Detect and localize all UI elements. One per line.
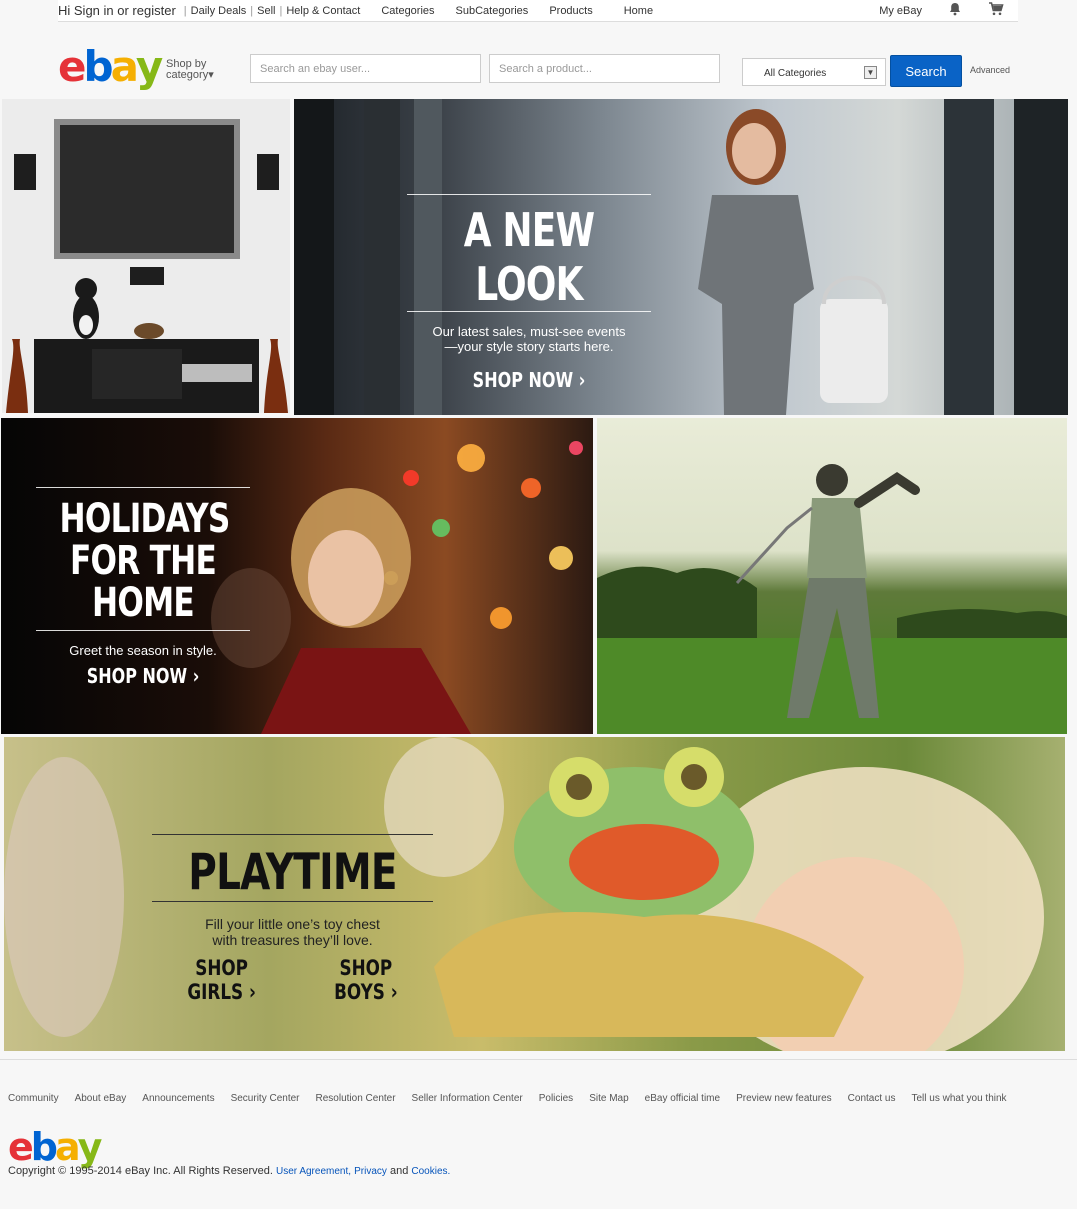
footer-link-security-center[interactable]: Security Center — [231, 1093, 300, 1104]
category-select-value: All Categories — [764, 68, 827, 79]
divider — [407, 311, 651, 312]
footer-link-resolution-center[interactable]: Resolution Center — [316, 1093, 396, 1104]
nav-separator: | — [183, 4, 187, 17]
logo-letter: y — [135, 42, 163, 91]
ebay-logo[interactable]: ebay — [58, 42, 163, 91]
advanced-search-link[interactable]: Advanced — [970, 65, 1010, 75]
search-user-input[interactable]: Search an ebay user... — [250, 54, 481, 83]
new-look-subtitle-line-1: Our latest sales, must-see events — [432, 324, 626, 339]
divider — [36, 630, 250, 631]
search-button[interactable]: Search — [890, 55, 962, 87]
holidays-shop-now-link[interactable]: SHOP NOW › — [57, 664, 228, 688]
nav-my-ebay[interactable]: My eBay — [879, 5, 922, 17]
banner-golf[interactable] — [597, 418, 1067, 734]
holidays-subtitle: Greet the season in style. — [69, 643, 217, 658]
sign-in-register-link[interactable]: Hi Sign in or register — [58, 3, 180, 18]
privacy-link[interactable]: Privacy — [354, 1166, 387, 1177]
footer-link-policies[interactable]: Policies — [539, 1093, 573, 1104]
new-look-headline: A NEW LOOK — [463, 203, 595, 311]
top-right-actions: My eBay — [879, 2, 1018, 19]
footer-link-official-time[interactable]: eBay official time — [645, 1093, 720, 1104]
footer-link-announcements[interactable]: Announcements — [142, 1093, 214, 1104]
footer-link-seller-information-center[interactable]: Seller Information Center — [412, 1093, 523, 1104]
footer-link-contact-us[interactable]: Contact us — [848, 1093, 896, 1104]
new-look-overlay: A NEW LOOK Our latest sales, must-see ev… — [407, 194, 651, 392]
divider — [152, 834, 433, 835]
copyright-line: Copyright © 1995-2014 eBay Inc. All Righ… — [8, 1165, 450, 1177]
footer-links: Community About eBay Announcements Secur… — [8, 1093, 1023, 1104]
copyright-text: Copyright © 1995-2014 eBay Inc. All Righ… — [8, 1165, 273, 1177]
playtime-headline: PLAYTIME — [188, 843, 397, 901]
search-product-input[interactable]: Search a product... — [489, 54, 720, 83]
nav-separator: | — [279, 4, 283, 17]
shopping-cart-icon[interactable] — [988, 2, 1004, 19]
banner-home-electronics[interactable] — [2, 99, 290, 413]
footer-divider — [0, 1059, 1077, 1060]
holidays-overlay: HOLIDAYS FOR THE HOME Greet the season i… — [36, 487, 250, 688]
shop-girls-link[interactable]: SHOP GIRLS › — [166, 956, 277, 1004]
tv-room-illustration — [2, 99, 290, 413]
logo-letter: b — [83, 42, 114, 91]
footer-link-feedback[interactable]: Tell us what you think — [911, 1093, 1006, 1104]
footer-link-preview-features[interactable]: Preview new features — [736, 1093, 832, 1104]
nav-categories[interactable]: Categories — [381, 5, 434, 17]
new-look-subtitle-line-2: —your style story starts here. — [444, 339, 614, 354]
footer-link-site-map[interactable]: Site Map — [589, 1093, 628, 1104]
logo-letter: a — [54, 1125, 81, 1169]
new-look-shop-now-link[interactable]: SHOP NOW › — [431, 368, 626, 392]
top-navigation-bar: Hi Sign in or register | Daily Deals | S… — [58, 0, 1018, 22]
user-agreement-link[interactable]: User Agreement, — [276, 1166, 351, 1177]
shop-by-category-dropdown[interactable]: Shop by category▾ — [166, 59, 214, 81]
category-select[interactable]: All Categories ▼ — [742, 58, 886, 86]
logo-letter: y — [77, 1125, 103, 1169]
footer-link-community[interactable]: Community — [8, 1093, 59, 1104]
logo-letter: e — [58, 42, 86, 91]
banner-a-new-look[interactable]: A NEW LOOK Our latest sales, must-see ev… — [294, 99, 1068, 415]
chevron-down-icon: ▼ — [864, 66, 877, 79]
and-text: and — [389, 1165, 409, 1177]
nav-products[interactable]: Products — [549, 5, 592, 17]
logo-letter: e — [8, 1125, 34, 1169]
logo-letter: a — [110, 42, 139, 91]
nav-help-contact[interactable]: Help & Contact — [286, 5, 360, 17]
nav-separator: | — [250, 4, 254, 17]
logo-letter: b — [30, 1125, 58, 1169]
divider — [407, 194, 651, 195]
banner-playtime[interactable]: PLAYTIME Fill your little one’s toy ches… — [4, 737, 1065, 1051]
nav-home[interactable]: Home — [624, 5, 653, 17]
shop-boys-link[interactable]: SHOP BOYS › — [313, 956, 420, 1004]
footer-ebay-logo[interactable]: ebay — [8, 1125, 103, 1169]
playtime-subtitle-line-1: Fill your little one’s toy chest — [205, 916, 380, 932]
nav-sell[interactable]: Sell — [257, 5, 275, 17]
ebay-home-page: Hi Sign in or register | Daily Deals | S… — [0, 0, 1077, 1209]
playtime-cta-group: SHOP GIRLS › SHOP BOYS › — [152, 956, 433, 1004]
divider — [152, 901, 433, 902]
banner-holidays-for-the-home[interactable]: HOLIDAYS FOR THE HOME Greet the season i… — [1, 418, 593, 734]
notification-bell-icon[interactable] — [948, 2, 962, 19]
footer-link-about-ebay[interactable]: About eBay — [75, 1093, 127, 1104]
nav-daily-deals[interactable]: Daily Deals — [191, 5, 247, 17]
playtime-overlay: PLAYTIME Fill your little one’s toy ches… — [152, 834, 433, 1004]
cookies-link[interactable]: Cookies. — [411, 1166, 450, 1177]
category-label: category▾ — [166, 69, 214, 81]
nav-subcategories[interactable]: SubCategories — [456, 5, 529, 17]
holidays-headline-line-2: FOR THE HOME — [70, 538, 217, 626]
holidays-headline-line-1: HOLIDAYS — [59, 496, 231, 542]
playtime-subtitle-line-2: with treasures they’ll love. — [212, 932, 373, 948]
divider — [36, 487, 250, 488]
golfer-photo — [597, 464, 1067, 734]
